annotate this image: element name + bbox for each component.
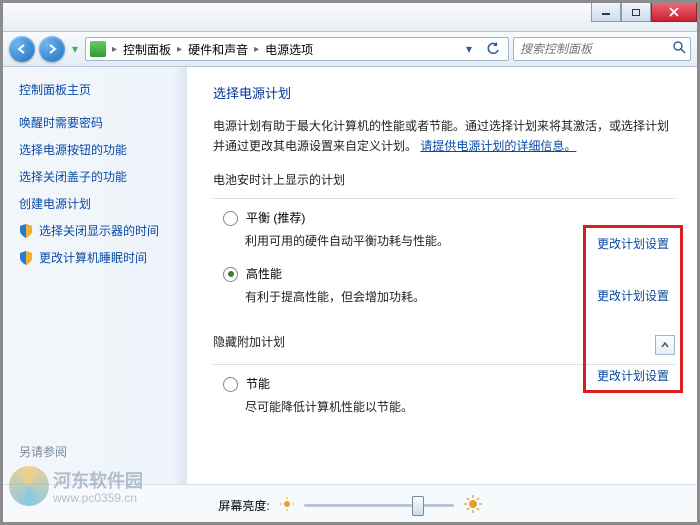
collapse-button[interactable]	[655, 335, 675, 355]
description: 电源计划有助于最大化计算机的性能或者节能。通过选择计划来将其激活，或选择计划并通…	[213, 116, 675, 157]
brightness-high-icon	[464, 495, 482, 516]
sidebar-link-display-off[interactable]: 选择关闭显示器的时间	[19, 222, 177, 239]
close-button[interactable]	[651, 3, 697, 22]
breadcrumb-item[interactable]: 控制面板	[123, 41, 171, 58]
navbar: ▾ ▸ 控制面板 ▸ 硬件和声音 ▸ 电源选项 ▾	[3, 32, 697, 67]
see-also-label: 另请参阅	[19, 443, 67, 460]
chevron-right-icon: ▸	[173, 44, 186, 55]
chevron-right-icon: ▸	[108, 44, 121, 55]
brightness-low-icon	[280, 497, 294, 514]
refresh-icon[interactable]	[482, 38, 504, 60]
breadcrumb[interactable]: ▸ 控制面板 ▸ 硬件和声音 ▸ 电源选项 ▾	[85, 37, 509, 61]
change-plan-link[interactable]: 更改计划设置	[597, 287, 669, 304]
divider	[213, 198, 675, 199]
sidebar: 控制面板主页 唤醒时需要密码 选择电源按钮的功能 选择关闭盖子的功能 创建电源计…	[3, 67, 187, 484]
section-shown-plans: 电池安时计上显示的计划	[213, 171, 675, 188]
plan-name-high-performance: 高性能	[246, 265, 282, 282]
dropdown-icon[interactable]: ▾	[458, 38, 480, 60]
brightness-slider[interactable]	[304, 504, 454, 507]
radio-power-saver[interactable]	[223, 377, 238, 392]
minimize-button[interactable]	[591, 3, 621, 22]
breadcrumb-item[interactable]: 电源选项	[265, 41, 313, 58]
forward-button[interactable]	[39, 36, 65, 62]
more-info-link[interactable]: 请提供电源计划的详细信息。	[420, 139, 576, 153]
control-panel-home-link[interactable]: 控制面板主页	[19, 81, 177, 98]
radio-high-performance[interactable]	[223, 267, 238, 282]
divider	[213, 364, 675, 365]
history-dropdown-icon[interactable]: ▾	[69, 38, 81, 60]
plan-name-balanced: 平衡 (推荐)	[246, 209, 305, 226]
control-panel-icon	[90, 41, 106, 57]
sidebar-link-sleep[interactable]: 更改计算机睡眠时间	[19, 249, 177, 266]
slider-thumb[interactable]	[412, 496, 424, 516]
shield-icon	[19, 251, 33, 265]
plan-name-power-saver: 节能	[246, 375, 270, 392]
sidebar-link-lid[interactable]: 选择关闭盖子的功能	[19, 168, 177, 185]
change-plan-link[interactable]: 更改计划设置	[597, 235, 669, 252]
radio-balanced[interactable]	[223, 211, 238, 226]
brightness-label: 屏幕亮度:	[218, 497, 269, 514]
page-title: 选择电源计划	[213, 83, 675, 102]
sidebar-link-create-plan[interactable]: 创建电源计划	[19, 195, 177, 212]
plan-desc-power-saver: 尽可能降低计算机性能以节能。	[245, 398, 675, 415]
back-button[interactable]	[9, 36, 35, 62]
search-input[interactable]	[518, 41, 673, 57]
sidebar-link-password[interactable]: 唤醒时需要密码	[19, 114, 177, 131]
breadcrumb-item[interactable]: 硬件和声音	[188, 41, 248, 58]
brightness-bar: 屏幕亮度:	[3, 484, 697, 525]
search-box[interactable]	[513, 37, 691, 61]
sidebar-link-power-button[interactable]: 选择电源按钮的功能	[19, 141, 177, 158]
content: 选择电源计划 电源计划有助于最大化计算机的性能或者节能。通过选择计划来将其激活，…	[187, 67, 697, 484]
shield-icon	[19, 224, 33, 238]
change-plan-link[interactable]: 更改计划设置	[597, 367, 669, 384]
chevron-right-icon: ▸	[250, 44, 263, 55]
section-hidden-plans: 隐藏附加计划	[213, 333, 285, 350]
maximize-button[interactable]	[621, 3, 651, 22]
search-icon[interactable]	[673, 41, 686, 57]
titlebar	[3, 3, 697, 32]
